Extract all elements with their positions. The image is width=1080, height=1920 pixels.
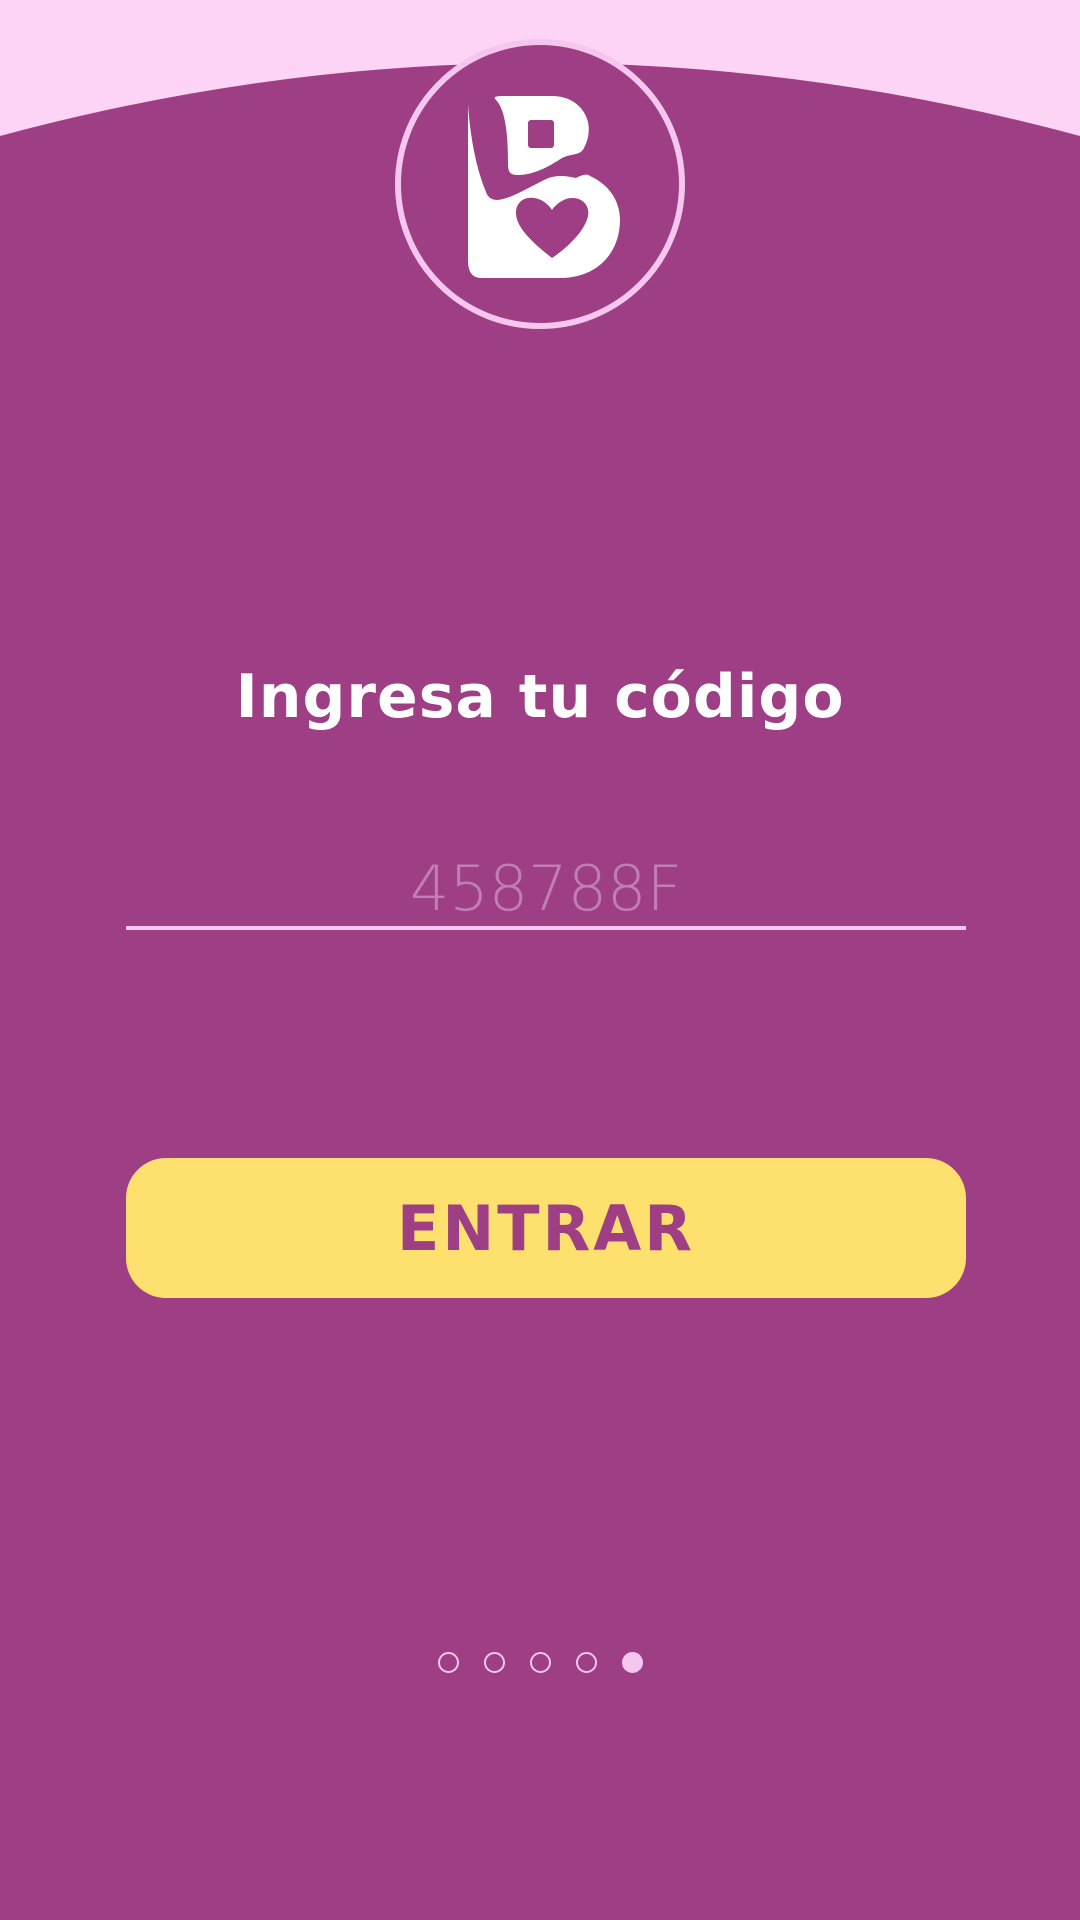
page-dot-3[interactable] (529, 1651, 551, 1673)
page-title: Ingresa tu código (235, 662, 845, 732)
b-heart-logo-icon (395, 39, 685, 329)
page-dot-1[interactable] (437, 1651, 459, 1673)
code-input[interactable] (126, 850, 966, 930)
app-logo (394, 38, 686, 330)
page-dot-2[interactable] (483, 1651, 505, 1673)
code-entry-screen: Ingresa tu código ENTRAR (0, 0, 1080, 1920)
page-dot-4[interactable] (575, 1651, 597, 1673)
enter-button[interactable]: ENTRAR (126, 1158, 966, 1298)
page-dot-5-active[interactable] (621, 1651, 643, 1673)
page-indicator (0, 1650, 1080, 1674)
